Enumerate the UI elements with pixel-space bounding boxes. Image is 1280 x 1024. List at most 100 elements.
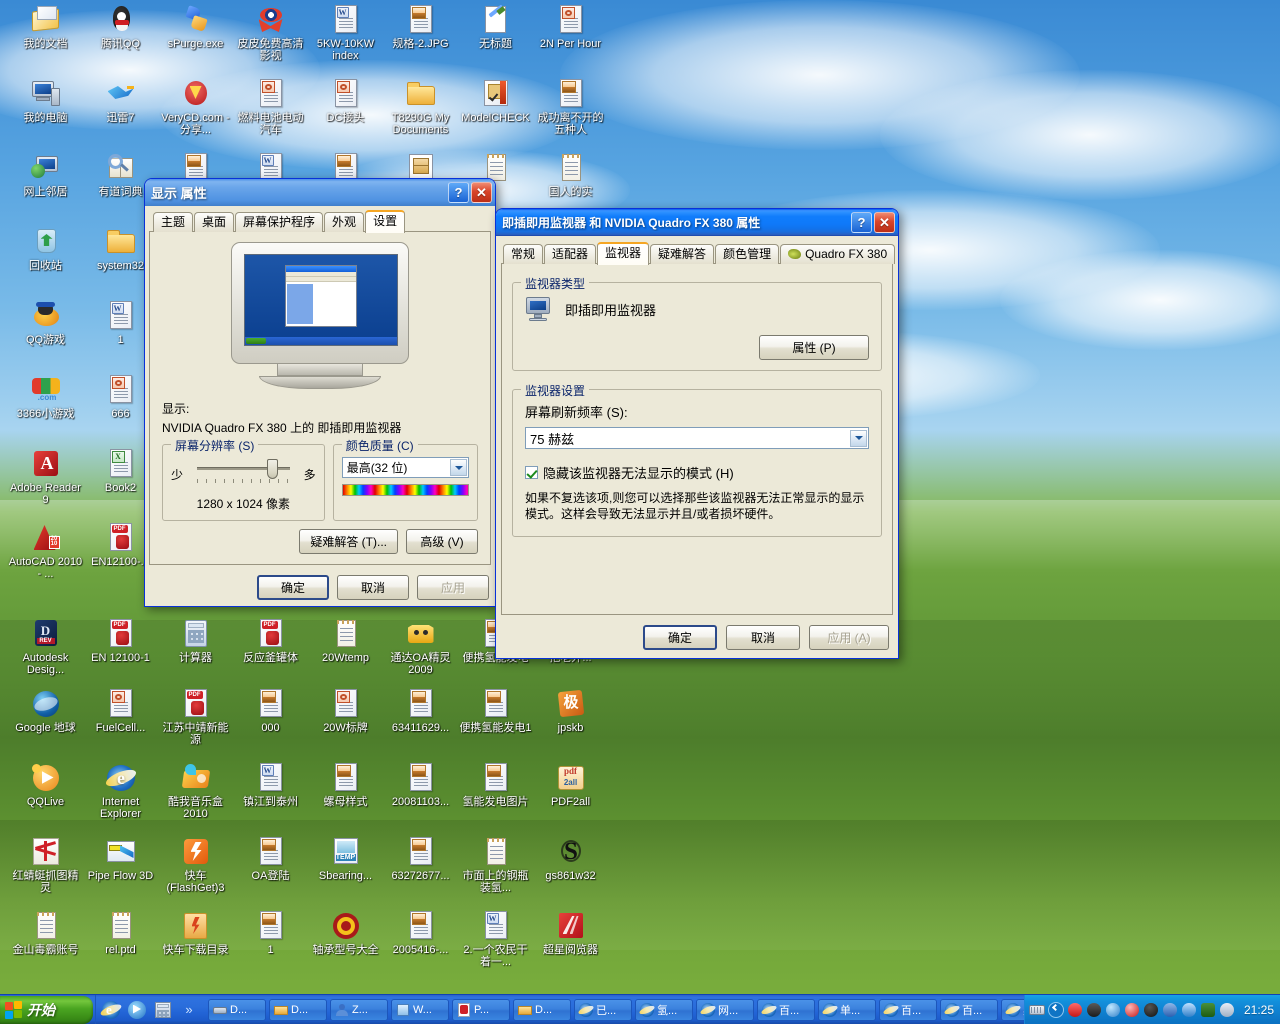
desktop-icon[interactable]: 燃料电池电动汽车 xyxy=(233,78,308,136)
tab-设置[interactable]: 设置 xyxy=(365,210,406,233)
desktop-icon[interactable]: PDF 江苏中靖新能源 xyxy=(158,688,233,746)
desktop-icon[interactable]: W 镇江到泰州 xyxy=(233,762,308,808)
tab-监视器[interactable]: 监视器 xyxy=(597,242,650,265)
taskbar-button[interactable]: 单... xyxy=(818,998,876,1021)
refresh-rate-combobox[interactable]: 75 赫兹 xyxy=(525,427,869,449)
resolution-slider[interactable] xyxy=(189,457,298,491)
desktop-icon[interactable]: DC接头 xyxy=(308,78,383,124)
qq-penguin-icon[interactable] xyxy=(1143,1002,1159,1018)
show-hidden-icons-chevron[interactable] xyxy=(1047,1001,1064,1018)
chevron-right-icon[interactable]: » xyxy=(179,1000,199,1020)
taskbar-button[interactable]: W... xyxy=(391,998,449,1021)
desktop-icon[interactable]: 网上邻居 xyxy=(8,152,83,198)
desktop-icon[interactable]: 国人的实 xyxy=(533,152,608,198)
desktop-icon[interactable]: 20W标牌 xyxy=(308,688,383,734)
desktop-icon[interactable]: 酷我音乐盒2010 xyxy=(158,762,233,820)
desktop-icon[interactable]: D REV Autodesk Desig... xyxy=(8,618,83,676)
monitor-properties-tabstrip[interactable]: 常规 适配器 监视器 疑难解答 颜色管理 Quadro FX 380 xyxy=(501,242,896,265)
help-button[interactable]: ? xyxy=(851,212,872,233)
tool-icon[interactable] xyxy=(1086,1002,1102,1018)
ball-icon[interactable] xyxy=(1105,1002,1121,1018)
desktop-icon[interactable]: 63411629... xyxy=(383,688,458,734)
taskbar-button[interactable]: D... xyxy=(208,998,266,1021)
desktop-icon[interactable]: 快车(FlashGet)3 xyxy=(158,836,233,894)
shield-icon[interactable] xyxy=(1200,1002,1216,1018)
taskbar-button[interactable]: Z... xyxy=(330,998,388,1021)
desktop-icon[interactable]: 超星阅览器 xyxy=(533,910,608,956)
desktop-icon[interactable]: W 2.一个农民干着一... xyxy=(458,910,533,968)
desktop-icon[interactable]: 通达OA精灵2009 xyxy=(383,618,458,676)
block-icon[interactable] xyxy=(1124,1002,1140,1018)
desktop-icon[interactable]: T8290G My Documents xyxy=(383,78,458,136)
desktop-icon[interactable]: Pipe Flow 3D xyxy=(83,836,158,882)
monitor-ok-button[interactable]: 确定 xyxy=(643,625,717,650)
desktop-icon[interactable]: sPurge.exe xyxy=(158,4,233,50)
media-icon[interactable] xyxy=(127,1000,147,1020)
desktop-icon[interactable]: 无标题 xyxy=(458,4,533,50)
info-icon[interactable] xyxy=(1219,1002,1235,1018)
display-cancel-button[interactable]: 取消 xyxy=(337,575,409,600)
tab-颜色管理[interactable]: 颜色管理 xyxy=(715,244,780,264)
tab-Quadro FX 380[interactable]: Quadro FX 380 xyxy=(780,244,896,264)
calculator-icon[interactable] xyxy=(153,1000,173,1020)
desktop-icon[interactable]: 成功离不开的五种人 xyxy=(533,78,608,136)
desktop-icon[interactable]: 20081103... xyxy=(383,762,458,808)
desktop-icon[interactable]: A Adobe Reader 9 xyxy=(8,448,83,506)
slider-thumb[interactable] xyxy=(267,459,279,479)
monitor-properties-window[interactable]: 即插即用监视器 和 NVIDIA Quadro FX 380 属性 ? ✕ 常规… xyxy=(495,208,899,659)
desktop[interactable]: 我的文档 腾讯QQ sPurge.exe 皮皮免费高清影视 W 5KW-10KW inde… xyxy=(0,0,1280,1024)
desktop-icon[interactable]: 我的电脑 xyxy=(8,78,83,124)
desktop-icon[interactable]: .com 3366小游戏 xyxy=(8,374,83,420)
taskbar-button[interactable]: 百... xyxy=(879,998,937,1021)
chevron-down-icon[interactable] xyxy=(850,429,867,447)
monitor-properties-titlebar[interactable]: 即插即用监视器 和 NVIDIA Quadro FX 380 属性 ? ✕ xyxy=(496,209,898,236)
taskbar-button[interactable]: 桌... xyxy=(1001,998,1024,1021)
volume-icon[interactable] xyxy=(1181,1002,1197,1018)
taskbar-button[interactable]: 氢... xyxy=(635,998,693,1021)
task-buttons[interactable]: D... D... Z... W... P... D... 已... 氢... 网... 百...… xyxy=(204,998,1024,1021)
desktop-icon[interactable]: PDF EN 12100-1 xyxy=(83,618,158,664)
taskbar-button[interactable]: D... xyxy=(269,998,327,1021)
internet-explorer-icon[interactable]: e xyxy=(99,1000,123,1020)
taskbar-button[interactable]: 已... xyxy=(574,998,632,1021)
desktop-icon[interactable]: ModelCHECK xyxy=(458,78,533,124)
desktop-icon[interactable]: Sgs861w32 xyxy=(533,836,608,882)
desktop-icon[interactable]: FuelCell... xyxy=(83,688,158,734)
desktop-icon[interactable]: Google 地球 xyxy=(8,688,83,734)
tab-桌面[interactable]: 桌面 xyxy=(194,212,235,232)
desktop-icon[interactable]: 氢能发电图片 xyxy=(458,762,533,808)
desktop-icon[interactable]: 我的文档 xyxy=(8,4,83,50)
desktop-icon[interactable]: 快车下载目录 xyxy=(158,910,233,956)
tab-常规[interactable]: 常规 xyxy=(503,244,544,264)
troubleshoot-button[interactable]: 疑难解答 (T)... xyxy=(299,529,398,554)
tab-适配器[interactable]: 适配器 xyxy=(544,244,597,264)
desktop-icon[interactable]: pdf 2all PDF2all xyxy=(533,762,608,808)
taskbar-button[interactable]: P... xyxy=(452,998,510,1021)
taskbar-button[interactable]: D... xyxy=(513,998,571,1021)
desktop-icon[interactable]: 回收站 xyxy=(8,226,83,272)
desktop-icon[interactable]: 红蜻蜓抓图精灵 xyxy=(8,836,83,894)
desktop-icon[interactable]: 金山毒霸账号 xyxy=(8,910,83,956)
chevron-down-icon[interactable] xyxy=(450,459,467,476)
desktop-icon[interactable]: 1 xyxy=(233,910,308,956)
tab-外观[interactable]: 外观 xyxy=(324,212,365,232)
desktop-icon[interactable]: OA登陆 xyxy=(233,836,308,882)
network-icon[interactable] xyxy=(1162,1002,1178,1018)
tab-主题[interactable]: 主题 xyxy=(153,212,194,232)
taskbar-button[interactable]: 网... xyxy=(696,998,754,1021)
quick-launch-bar[interactable]: e» xyxy=(95,994,204,1024)
desktop-icon[interactable]: QQ游戏 xyxy=(8,300,83,346)
kingsoft-icon[interactable] xyxy=(1067,1002,1083,1018)
monitor-cancel-button[interactable]: 取消 xyxy=(726,625,800,650)
tab-屏幕保护程序[interactable]: 屏幕保护程序 xyxy=(235,212,324,232)
desktop-icon[interactable]: 迅雷7 xyxy=(83,78,158,124)
desktop-icon[interactable]: 腾讯QQ xyxy=(83,4,158,50)
taskbar[interactable]: 开始 e» D... D... Z... W... P... D... 已... 氢... 网.… xyxy=(0,994,1280,1024)
desktop-icon[interactable]: 20Wtemp xyxy=(308,618,383,664)
display-ok-button[interactable]: 确定 xyxy=(257,575,329,600)
taskbar-button[interactable]: 百... xyxy=(757,998,815,1021)
system-tray[interactable]: 21:25 xyxy=(1023,994,1280,1024)
advanced-button[interactable]: 高级 (V) xyxy=(406,529,478,554)
desktop-icon[interactable]: 轴承型号大全 xyxy=(308,910,383,956)
taskbar-button[interactable]: 百... xyxy=(940,998,998,1021)
